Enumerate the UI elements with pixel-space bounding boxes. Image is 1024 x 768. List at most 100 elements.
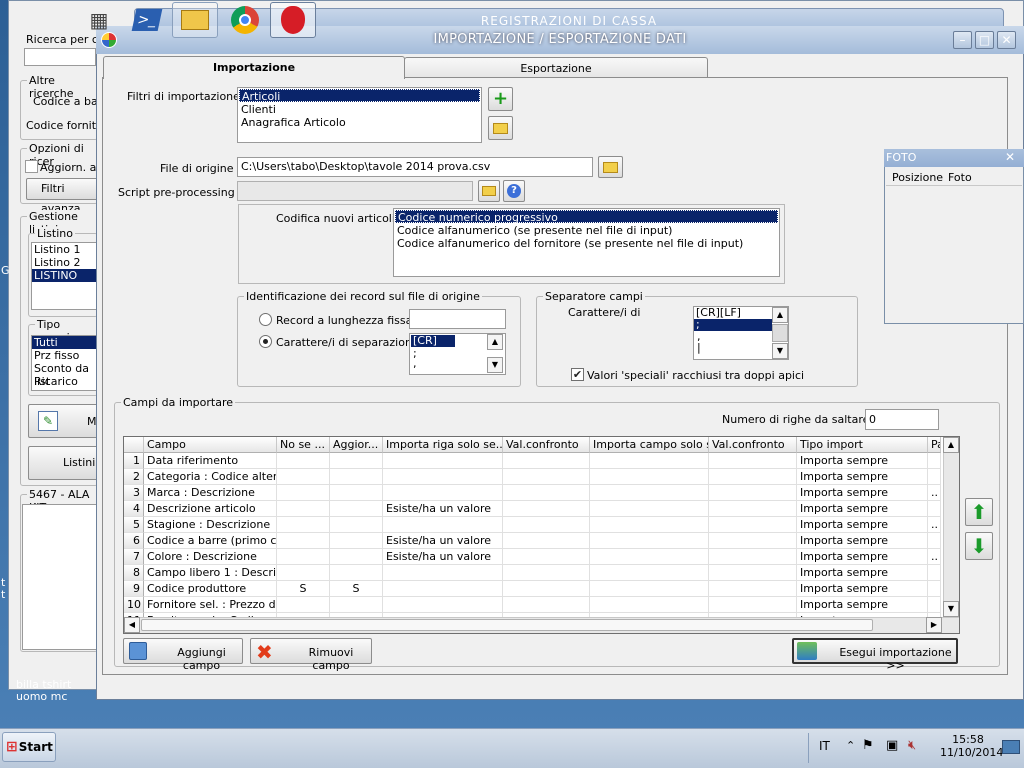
table-cell[interactable]: Importa sempre [797, 501, 928, 517]
table-cell[interactable] [709, 581, 797, 597]
table-cell[interactable]: Codice produttore [144, 581, 277, 597]
list-item[interactable]: Clienti [238, 103, 481, 116]
table-cell[interactable] [709, 453, 797, 469]
table-cell[interactable]: .. [928, 485, 941, 501]
table-cell[interactable] [928, 453, 941, 469]
column-header[interactable]: Importa riga solo se... [383, 437, 503, 453]
table-cell[interactable]: Importa sempre [797, 469, 928, 485]
table-cell[interactable]: S [277, 581, 330, 597]
scroll-down-button[interactable]: ▼ [943, 601, 959, 617]
table-cell[interactable] [383, 597, 503, 613]
table-cell[interactable] [590, 581, 709, 597]
table-cell[interactable]: Fornitore sel. : Prezzo d... [144, 597, 277, 613]
table-cell[interactable] [383, 453, 503, 469]
table-cell[interactable] [503, 469, 590, 485]
table-cell[interactable] [709, 517, 797, 533]
move-down-button[interactable]: ⬇ [965, 532, 993, 560]
separator-radio[interactable] [259, 335, 272, 348]
column-header[interactable]: Pa [928, 437, 941, 453]
fields-table[interactable]: Campo No se ... Aggior... Importa riga solo… [123, 436, 960, 634]
scroll-left-button[interactable]: ◀ [124, 617, 140, 633]
list-item[interactable]: Tutti [32, 336, 96, 349]
table-cell[interactable]: Categoria : Codice alter... [144, 469, 277, 485]
show-desktop-button[interactable] [1002, 740, 1020, 754]
row-number[interactable]: 10 [124, 597, 144, 613]
table-cell[interactable] [503, 581, 590, 597]
table-cell[interactable] [503, 565, 590, 581]
table-cell[interactable]: Data riferimento [144, 453, 277, 469]
table-cell[interactable]: Stagione : Descrizione [144, 517, 277, 533]
row-number[interactable]: 3 [124, 485, 144, 501]
table-cell[interactable] [590, 549, 709, 565]
list-item[interactable]: Sconto da list [32, 362, 96, 388]
browse-script-button[interactable] [478, 180, 500, 202]
table-cell[interactable] [590, 565, 709, 581]
move-up-button[interactable]: ⬆ [965, 498, 993, 526]
help-button[interactable]: ? [503, 180, 525, 202]
scroll-right-button[interactable]: ▶ [926, 617, 942, 633]
source-file-input[interactable]: C:\Users\tabo\Desktop\tavole 2014 prova.… [237, 157, 593, 177]
price-type-list[interactable]: Tutti Prz fisso Sconto da list Ricarico [31, 335, 97, 391]
table-cell[interactable] [277, 533, 330, 549]
advanced-filters-button[interactable]: Filtri avanza [26, 178, 98, 215]
edit-button[interactable]: ✎ M [28, 404, 98, 438]
scroll-up-button[interactable]: ▲ [943, 437, 959, 453]
table-cell[interactable] [590, 517, 709, 533]
fixed-length-radio[interactable] [259, 313, 272, 326]
encoding-list[interactable]: Codice numerico progressivo Codice alfan… [393, 208, 780, 277]
table-cell[interactable] [503, 533, 590, 549]
add-field-button[interactable]: Aggiungi campo [123, 638, 243, 672]
table-cell[interactable]: Importa sempre [797, 453, 928, 469]
table-cell[interactable] [928, 533, 941, 549]
table-cell[interactable] [709, 485, 797, 501]
server-manager-icon[interactable]: ▦ [76, 2, 122, 38]
table-cell[interactable] [503, 453, 590, 469]
row-number[interactable]: 1 [124, 453, 144, 469]
table-cell[interactable] [709, 469, 797, 485]
table-cell[interactable] [590, 453, 709, 469]
table-cell[interactable] [590, 485, 709, 501]
row-number[interactable]: 7 [124, 549, 144, 565]
column-header[interactable]: Aggior... [330, 437, 383, 453]
table-cell[interactable]: .. [928, 549, 941, 565]
close-button[interactable]: ✕ [997, 31, 1016, 49]
table-cell[interactable] [277, 549, 330, 565]
add-filter-button[interactable]: + [488, 87, 513, 111]
column-header[interactable]: Tipo import [797, 437, 928, 453]
minimize-button[interactable]: – [953, 31, 972, 49]
list-item[interactable]: Codice alfanumerico del fornitore (se pr… [394, 237, 779, 250]
table-cell[interactable] [590, 501, 709, 517]
tab-esportazione[interactable]: Esportazione [404, 57, 708, 79]
table-cell[interactable] [383, 565, 503, 581]
table-cell[interactable] [330, 597, 383, 613]
table-cell[interactable]: Esiste/ha un valore [383, 549, 503, 565]
table-cell[interactable]: Importa sempre [797, 533, 928, 549]
network-icon[interactable]: ▣ [886, 738, 898, 753]
column-header[interactable]: Importa campo solo s... [590, 437, 709, 453]
list-item[interactable]: Ricarico [32, 375, 96, 388]
show-hidden-icons[interactable]: ⌃ [846, 739, 855, 752]
table-cell[interactable] [503, 485, 590, 501]
table-cell[interactable] [709, 565, 797, 581]
start-button[interactable]: ⊞ Start [2, 732, 56, 762]
column-header[interactable]: No se ... [277, 437, 330, 453]
remove-field-button[interactable]: ✖ Rimuovi campo [250, 638, 372, 672]
table-cell[interactable] [590, 533, 709, 549]
list-item[interactable]: Codice alfanumerico (se presente nel fil… [394, 224, 779, 237]
table-cell[interactable] [277, 485, 330, 501]
table-cell[interactable]: Descrizione articolo [144, 501, 277, 517]
table-cell[interactable] [503, 597, 590, 613]
table-cell[interactable] [277, 565, 330, 581]
table-cell[interactable] [709, 533, 797, 549]
grid-corner[interactable] [124, 437, 144, 453]
row-number[interactable]: 5 [124, 517, 144, 533]
row-number[interactable]: 6 [124, 533, 144, 549]
foto-close-icon[interactable]: ✕ [1005, 150, 1015, 164]
table-cell[interactable] [928, 597, 941, 613]
table-cell[interactable] [330, 469, 383, 485]
table-cell[interactable] [709, 597, 797, 613]
list-item[interactable]: Listino 1 [32, 243, 96, 256]
table-cell[interactable] [330, 501, 383, 517]
listino-list[interactable]: Listino 1 Listino 2 LISTINO LIQU [31, 242, 97, 310]
table-cell[interactable] [383, 581, 503, 597]
